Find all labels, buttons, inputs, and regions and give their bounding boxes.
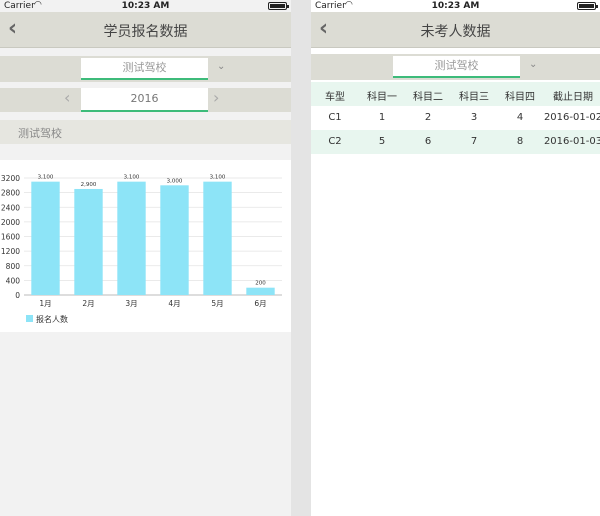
battery-icon [577, 2, 598, 10]
section-header: 测试驾校 [0, 120, 291, 144]
school-dropdown[interactable]: 测试驾校 [81, 58, 208, 80]
header-cell: 车型 [325, 92, 345, 103]
page-title: 未考人数据 [420, 24, 491, 40]
data-label: 200 [255, 281, 266, 287]
data-label: 2,900 [81, 182, 97, 188]
table-cell: 3 [470, 112, 478, 123]
bar-chart-svg: 0 400 800 1200 1600 2000 2400 2800 3200 3,100 1月 2,… [1, 174, 282, 324]
next-year-button[interactable]: › [213, 88, 219, 107]
school-selector-bar: 测试驾校 ⌄ [0, 56, 291, 82]
x-tick-label: 3月 [125, 299, 137, 308]
screen-divider [291, 0, 311, 516]
y-tick-label: 3200 [1, 174, 20, 183]
table-cell: 8 [516, 136, 524, 147]
y-tick-label: 1600 [1, 233, 20, 242]
battery-icon [268, 2, 289, 10]
y-tick-label: 2400 [1, 203, 20, 212]
nav-bar: ‹ 未考人数据 [311, 12, 600, 48]
table-cell: 1 [378, 112, 386, 123]
header-cell: 科目四 [505, 92, 535, 103]
enrollment-chart: 0 400 800 1200 1600 2000 2400 2800 3200 3,100 1月 2,… [0, 160, 291, 332]
x-tick-label: 6月 [254, 299, 266, 308]
y-tick-label: 400 [6, 276, 21, 285]
y-tick-label: 0 [15, 291, 20, 300]
bar [246, 287, 275, 295]
table-row[interactable]: C1 1 2 3 4 2016-01-02 [311, 106, 600, 130]
bar [160, 185, 189, 295]
header-cell: 科目三 [459, 92, 489, 103]
clock: 10:23 AM [121, 1, 170, 11]
legend-swatch [26, 315, 33, 322]
table-cell: 4 [516, 112, 524, 123]
table-cell: 2 [424, 112, 432, 123]
status-bar: Carrier ◠ 10:23 AM [311, 0, 600, 12]
clock: 10:23 AM [431, 1, 480, 11]
year-selector-bar: ‹ 2016 › [0, 88, 291, 112]
table-cell: 2016-01-03 [543, 136, 600, 147]
bar [117, 181, 146, 295]
chevron-down-icon[interactable]: ⌄ [529, 59, 537, 70]
school-selector-bar: 测试驾校 ⌄ [311, 54, 600, 80]
table-row[interactable]: C2 5 6 7 8 2016-01-03 [311, 130, 600, 154]
status-bar: Carrier ◠ 10:23 AM [0, 0, 291, 12]
bar [31, 181, 60, 295]
y-tick-label: 1200 [1, 247, 20, 256]
bar [203, 181, 232, 295]
prev-year-button[interactable]: ‹ [64, 88, 70, 107]
data-label: 3,100 [210, 175, 226, 181]
table-cell: 6 [424, 136, 432, 147]
data-label: 3,000 [167, 178, 183, 184]
bar [74, 188, 103, 295]
header-cell: 科目一 [367, 92, 397, 103]
table-cell: 2016-01-02 [543, 112, 600, 123]
enrollment-screen: Carrier ◠ 10:23 AM ‹ 学员报名数据 测试驾校 ⌄ ‹ 201… [0, 0, 291, 516]
table-cell: C2 [328, 136, 342, 147]
y-tick-label: 2800 [1, 189, 20, 198]
x-tick-label: 4月 [168, 299, 180, 308]
header-cell: 科目二 [413, 92, 443, 103]
table-cell: 7 [470, 136, 478, 147]
x-tick-label: 1月 [39, 299, 51, 308]
header-cell: 截止日期 [553, 92, 593, 103]
y-tick-label: 2000 [1, 218, 20, 227]
chevron-down-icon[interactable]: ⌄ [217, 61, 225, 72]
page-title: 学员报名数据 [103, 24, 188, 40]
not-examined-screen: Carrier ◠ 10:23 AM ‹ 未考人数据 测试驾校 ⌄ 车型 科目一… [311, 0, 600, 516]
y-tick-label: 800 [6, 262, 21, 271]
table-header-row: 车型 科目一 科目二 科目三 科目四 截止日期 [311, 82, 600, 106]
data-table: 车型 科目一 科目二 科目三 科目四 截止日期 C1 1 2 3 4 2016-… [311, 82, 600, 154]
data-label: 3,100 [124, 175, 140, 181]
x-tick-label: 2月 [82, 299, 94, 308]
x-tick-label: 5月 [211, 299, 223, 308]
nav-bar: ‹ 学员报名数据 [0, 12, 291, 48]
year-field: 2016 [81, 88, 208, 112]
legend-label: 报名人数 [36, 314, 68, 324]
school-dropdown[interactable]: 测试驾校 [393, 56, 520, 78]
data-label: 3,100 [38, 175, 54, 181]
section-title: 测试驾校 [18, 127, 62, 140]
table-cell: C1 [328, 112, 342, 123]
table-cell: 5 [378, 136, 386, 147]
